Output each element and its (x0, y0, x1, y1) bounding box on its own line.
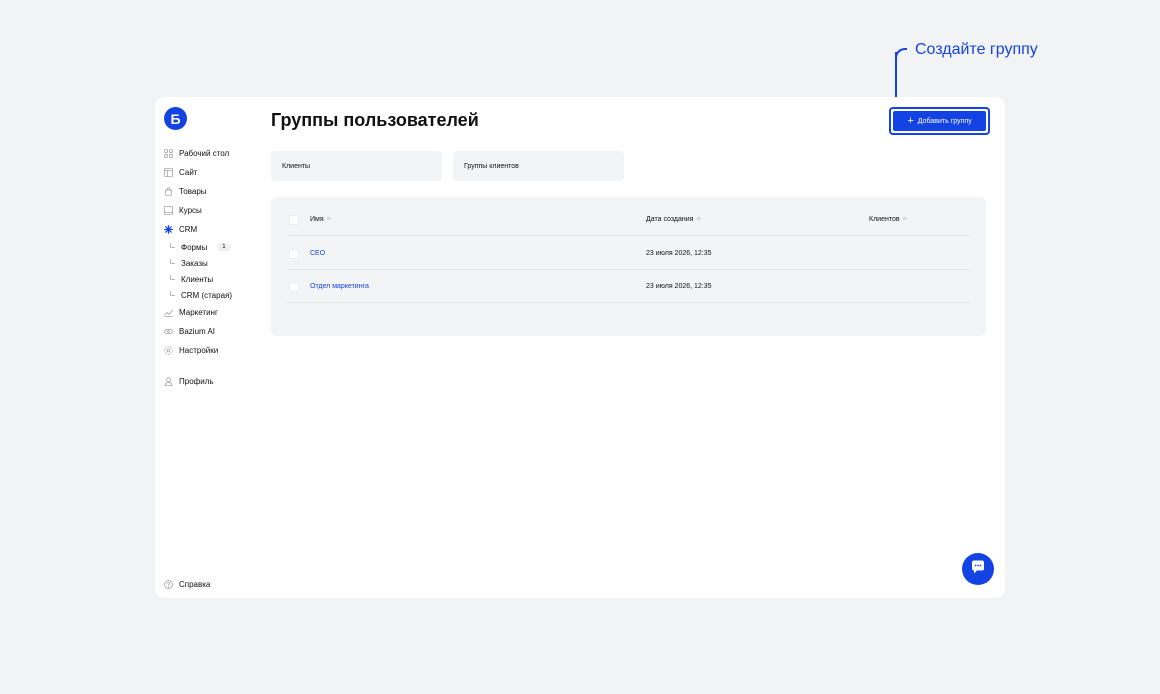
row-checkbox[interactable] (289, 270, 299, 303)
tab-clients[interactable]: Клиенты (271, 151, 442, 181)
sidebar-item-site[interactable]: Сайт (164, 163, 264, 182)
chat-icon (970, 559, 986, 580)
user-icon (164, 377, 173, 386)
tree-branch-icon (170, 243, 175, 248)
column-header-clients[interactable]: Клиентов ≡ (869, 203, 907, 236)
column-header-label: Клиентов (869, 216, 900, 223)
callout-text: Создайте группу (915, 41, 1038, 58)
logo[interactable]: Б (164, 107, 187, 130)
sidebar-item-crm[interactable]: CRM (164, 220, 264, 239)
checkbox[interactable] (289, 214, 299, 225)
add-group-button-label: Добавить группу (917, 117, 972, 125)
sort-icon[interactable]: ≡ (696, 216, 700, 223)
sidebar-nav: Рабочий стол Сайт Товары Курсы CRM Формы… (164, 144, 264, 391)
sort-icon[interactable]: ≡ (327, 216, 331, 223)
tree-branch-icon (170, 259, 175, 264)
column-header-label: Дата создания (646, 216, 694, 223)
tab-client-groups[interactable]: Группы клиентов (453, 151, 624, 181)
chat-button[interactable] (962, 553, 994, 585)
page-title: Группы пользователей (271, 110, 479, 130)
checkbox[interactable] (289, 248, 299, 259)
plus-icon: + (907, 114, 914, 127)
table-header: Имя ≡ Дата создания ≡ Клиентов ≡ (287, 203, 970, 236)
marketing-icon (164, 308, 173, 317)
sidebar-item-courses[interactable]: Курсы (164, 201, 264, 220)
checkbox[interactable] (289, 281, 299, 292)
count-badge: 1 (217, 243, 231, 251)
row-checkbox[interactable] (289, 237, 299, 270)
created-date: 23 июля 2026, 12:35 (646, 283, 712, 290)
add-button-highlight: + Добавить группу (889, 107, 990, 135)
callout: Создайте группу (895, 40, 1038, 60)
sidebar-subitem-label: Клиенты (181, 274, 214, 284)
sidebar-item-label: Справка (179, 580, 211, 589)
crm-icon (164, 225, 173, 234)
sort-icon[interactable]: ≡ (903, 216, 907, 223)
main-content: Группы пользователей + Добавить группу К… (271, 97, 1005, 598)
group-name-link[interactable]: CEO (310, 237, 325, 270)
sidebar-item-label: Сайт (179, 168, 198, 177)
sidebar-item-label: Рабочий стол (179, 149, 230, 158)
courses-icon (164, 206, 173, 215)
sidebar-item-dashboard[interactable]: Рабочий стол (164, 144, 264, 163)
sidebar-subitem-crm-old[interactable]: CRM (старая) (164, 287, 264, 303)
sidebar-item-label: Профиль (179, 377, 214, 386)
sidebar-subitem-forms[interactable]: Формы 1 (164, 239, 264, 255)
tree-branch-icon (170, 291, 175, 296)
sidebar-item-label: Настройки (179, 346, 219, 355)
sidebar-item-ai[interactable]: Bazium AI (164, 322, 264, 341)
table-row[interactable]: CEO 23 июля 2026, 12:35 (287, 237, 970, 270)
dashboard-icon (164, 149, 173, 158)
column-header-name[interactable]: Имя ≡ (310, 203, 331, 236)
sidebar-item-products[interactable]: Товары (164, 182, 264, 201)
help-icon (164, 580, 173, 589)
app-window: Б Рабочий стол Сайт Товары Курсы CRM Фор… (155, 97, 1005, 598)
tabs: Клиенты Группы клиентов (271, 151, 624, 181)
site-icon (164, 168, 173, 177)
sidebar-subitem-label: CRM (старая) (181, 290, 233, 300)
tree-branch-icon (170, 275, 175, 280)
sidebar-subitem-orders[interactable]: Заказы (164, 255, 264, 271)
column-header-label: Имя (310, 216, 324, 223)
add-group-button[interactable]: + Добавить группу (893, 111, 986, 131)
column-header-created[interactable]: Дата создания ≡ (646, 203, 701, 236)
ai-icon (164, 327, 173, 336)
table-row[interactable]: Отдел маркетинга 23 июля 2026, 12:35 (287, 270, 970, 303)
sidebar-subitem-label: Заказы (181, 258, 208, 268)
sidebar-item-help[interactable]: Справка (164, 580, 210, 589)
sidebar-item-label: Маркетинг (179, 308, 218, 317)
sidebar-item-label: CRM (179, 225, 198, 234)
created-date: 23 июля 2026, 12:35 (646, 250, 712, 257)
sidebar-item-profile[interactable]: Профиль (164, 372, 264, 391)
bag-icon (164, 187, 173, 196)
sidebar-subitem-clients[interactable]: Клиенты (164, 271, 264, 287)
sidebar: Б Рабочий стол Сайт Товары Курсы CRM Фор… (155, 97, 265, 598)
sidebar-item-label: Товары (179, 187, 207, 196)
sidebar-item-label: Bazium AI (179, 327, 216, 336)
sidebar-subitem-label: Формы (181, 242, 208, 252)
sidebar-item-marketing[interactable]: Маркетинг (164, 303, 264, 322)
group-name-link[interactable]: Отдел маркетинга (310, 270, 369, 303)
groups-table: Имя ≡ Дата создания ≡ Клиентов ≡ CEO 23 … (271, 197, 986, 336)
gear-icon (164, 346, 173, 355)
sidebar-item-label: Курсы (179, 206, 202, 215)
select-all-checkbox[interactable] (289, 203, 299, 236)
sidebar-item-settings[interactable]: Настройки (164, 341, 264, 360)
